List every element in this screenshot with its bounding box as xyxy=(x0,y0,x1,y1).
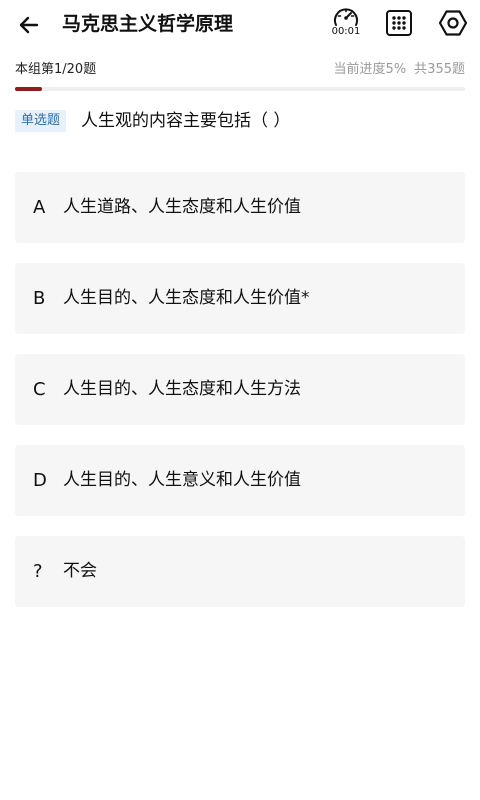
option-text: 人生目的、人生态度和人生价值* xyxy=(63,288,310,308)
option-c[interactable]: C 人生目的、人生态度和人生方法 xyxy=(15,354,465,425)
answer-sheet-button[interactable] xyxy=(385,9,413,37)
option-text: 不会 xyxy=(63,561,97,581)
timer-button[interactable]: 00:01 xyxy=(328,5,364,41)
quiz-screen: 马克思主义哲学原理 00:01 本组第1/20题 当前进度5% 共355题 单选… xyxy=(0,0,480,800)
group-progress: 本组第1/20题 xyxy=(15,62,97,77)
option-dont-know[interactable]: ? 不会 xyxy=(15,536,465,607)
option-b[interactable]: B 人生目的、人生态度和人生价值* xyxy=(15,263,465,334)
progress-bar-fill xyxy=(15,87,42,91)
total-questions: 共355题 xyxy=(414,62,465,77)
page-title: 马克思主义哲学原理 xyxy=(62,13,234,35)
top-bar: 马克思主义哲学原理 00:01 xyxy=(0,0,480,50)
settings-button[interactable] xyxy=(438,8,468,38)
grid-icon xyxy=(386,10,412,36)
option-text: 人生目的、人生意义和人生价值 xyxy=(63,470,301,490)
option-letter: A xyxy=(33,197,46,218)
progress-bar xyxy=(15,87,465,91)
stopwatch-icon xyxy=(334,8,358,26)
option-d[interactable]: D 人生目的、人生意义和人生价值 xyxy=(15,445,465,516)
option-text: 人生道路、人生态度和人生价值 xyxy=(63,197,301,217)
option-letter: B xyxy=(33,288,46,309)
option-letter: D xyxy=(33,470,47,491)
current-progress: 当前进度5% xyxy=(333,62,407,77)
options-list: A 人生道路、人生态度和人生价值 B 人生目的、人生态度和人生价值* C 人生目… xyxy=(15,172,465,627)
overall-progress: 当前进度5% 共355题 xyxy=(334,60,465,80)
arrow-left-icon xyxy=(19,16,39,34)
question-text: 人生观的内容主要包括（ ） xyxy=(81,111,291,131)
option-a[interactable]: A 人生道路、人生态度和人生价值 xyxy=(15,172,465,243)
option-text: 人生目的、人生态度和人生方法 xyxy=(63,379,301,399)
progress-row: 本组第1/20题 当前进度5% 共355题 xyxy=(15,60,465,80)
option-letter: ? xyxy=(33,561,43,582)
back-button[interactable] xyxy=(12,8,46,42)
timer-readout: 00:01 xyxy=(331,26,361,37)
question-type-badge: 单选题 xyxy=(15,110,67,132)
hexagon-settings-icon xyxy=(438,10,468,36)
option-letter: C xyxy=(33,379,46,400)
question: 单选题 人生观的内容主要包括（ ） xyxy=(15,108,465,134)
